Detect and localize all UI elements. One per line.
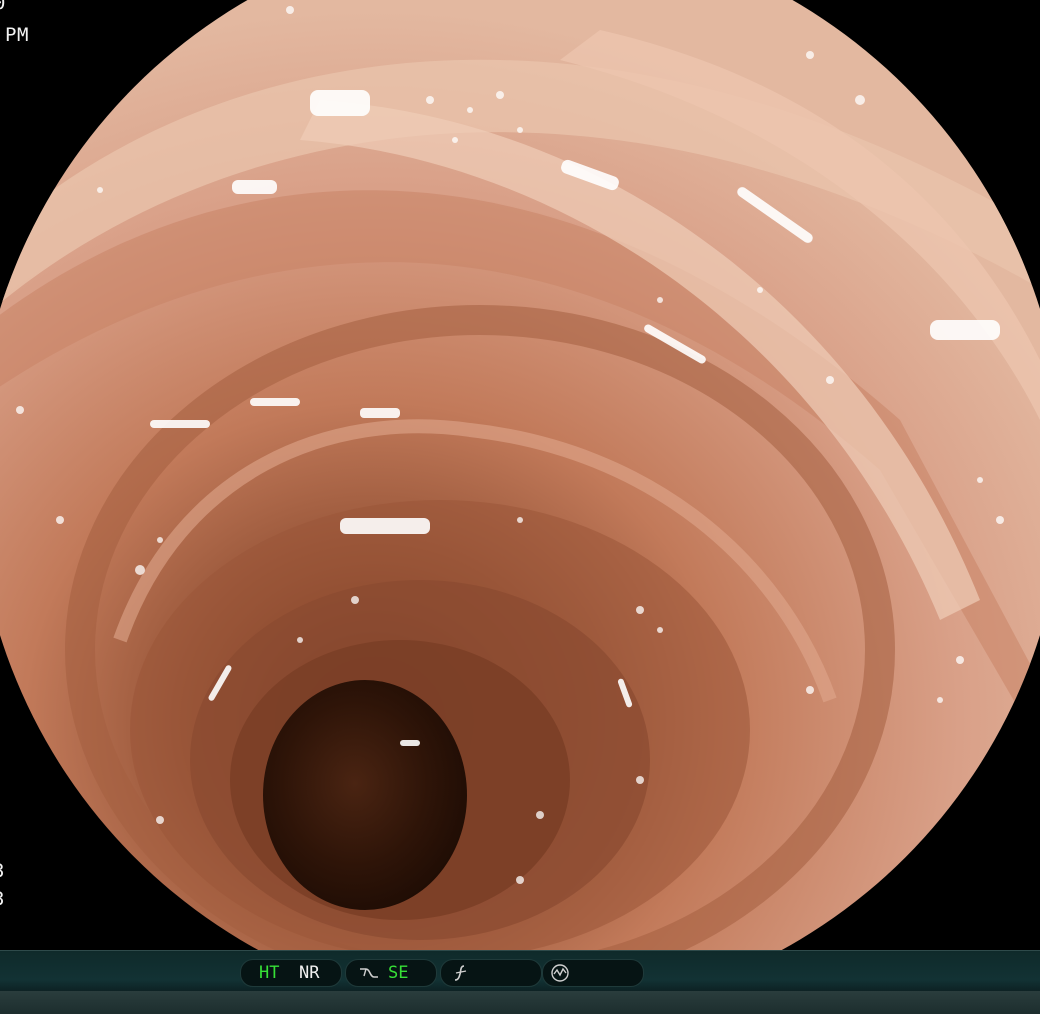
endoscopy-screen: 0 PM 3 3 HT NR SE [0,0,1040,1014]
scope-curve-icon [358,964,380,986]
osd-time-suffix: PM [5,24,29,46]
integral-indicator [440,959,542,987]
osd-top-cut-text: 0 [0,0,6,14]
se-label: SE [388,963,409,983]
endoscopic-image: 0 PM 3 3 [0,0,1040,950]
ht-label: HT [259,963,280,983]
waveform-indicator [542,959,644,987]
ht-nr-indicator: HT NR [240,959,342,987]
status-bar-lower-strip [0,991,1040,1014]
status-bar: HT NR SE [0,950,1040,1014]
integral-symbol-icon [451,964,471,986]
waveform-circle-icon [549,964,571,986]
nr-label: NR [299,963,320,983]
se-indicator: SE [345,959,437,987]
colon-lumen-illustration [0,0,1040,950]
osd-bottom-line-1: 3 [0,860,5,882]
osd-bottom-line-2: 3 [0,888,5,910]
